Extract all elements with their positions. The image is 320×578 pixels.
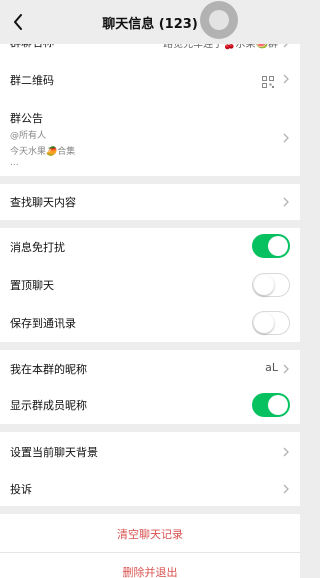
qrcode-icon	[262, 73, 274, 88]
my-nickname-label: 我在本群的昵称	[10, 363, 87, 376]
report-label: 投诉	[10, 483, 32, 496]
search-history-row[interactable]: 查找聊天内容	[0, 184, 300, 220]
misc-section: 设置当前聊天背景 投诉	[0, 432, 300, 506]
pin-row: 置顶聊天	[0, 266, 300, 304]
save-contacts-toggle[interactable]	[252, 311, 290, 335]
nav-header: 聊天信息 (123)	[0, 0, 300, 44]
show-member-names-label: 显示群成员昵称	[10, 399, 87, 412]
qrcode-row[interactable]: 群二维码	[0, 58, 300, 100]
danger-section: 清空聊天记录 删除并退出	[0, 514, 300, 578]
notice-line-3: ...	[10, 158, 19, 168]
notice-label: 群公告	[10, 112, 43, 125]
floating-assistive-button[interactable]	[200, 1, 238, 39]
chat-background-label: 设置当前聊天背景	[10, 446, 98, 459]
chevron-right-icon	[282, 445, 290, 459]
chat-background-row[interactable]: 设置当前聊天背景	[0, 432, 300, 469]
delete-and-exit-button[interactable]: 删除并退出	[0, 564, 300, 578]
chevron-right-icon	[282, 482, 290, 496]
mute-toggle[interactable]	[252, 234, 290, 258]
save-contacts-label: 保存到通讯录	[10, 317, 76, 330]
search-section: 查找聊天内容	[0, 184, 300, 220]
show-member-names-toggle[interactable]	[252, 393, 290, 417]
pin-toggle[interactable]	[252, 273, 290, 297]
chat-info-screen: 聊天信息 (123) 群聊名称 路览兜车连子🍒水果🍉群 群二维码	[0, 0, 300, 578]
notice-line-2: 今天水果🥭合集	[10, 147, 76, 157]
group-info-section: 群聊名称 路览兜车连子🍒水果🍉群 群二维码	[0, 30, 300, 176]
qrcode-label: 群二维码	[10, 74, 54, 87]
pin-label: 置顶聊天	[10, 279, 54, 292]
chevron-right-icon	[282, 195, 290, 209]
chevron-right-icon	[282, 362, 290, 376]
group-notice-row[interactable]: 群公告 @所有人 今天水果🥭合集 ...	[0, 100, 300, 176]
search-label: 查找聊天内容	[10, 196, 76, 209]
show-member-names-row: 显示群成员昵称	[0, 386, 300, 424]
my-nickname-value: aL	[265, 361, 278, 374]
chevron-right-icon	[282, 131, 290, 145]
divider	[0, 552, 300, 553]
save-contacts-row: 保存到通讯录	[0, 304, 300, 342]
report-row[interactable]: 投诉	[0, 469, 300, 506]
mute-label: 消息免打扰	[10, 241, 65, 254]
chat-settings-section: 消息免打扰 置顶聊天 保存到通讯录	[0, 228, 300, 342]
notice-line-1: @所有人	[10, 131, 47, 141]
mute-row: 消息免打扰	[0, 228, 300, 266]
floating-button-core	[209, 10, 229, 30]
page-title: 聊天信息 (123)	[102, 17, 198, 32]
nickname-section: 我在本群的昵称 aL 显示群成员昵称	[0, 350, 300, 424]
clear-history-button[interactable]: 清空聊天记录	[0, 526, 300, 542]
my-nickname-row[interactable]: 我在本群的昵称 aL	[0, 350, 300, 386]
chevron-right-icon	[282, 72, 290, 86]
